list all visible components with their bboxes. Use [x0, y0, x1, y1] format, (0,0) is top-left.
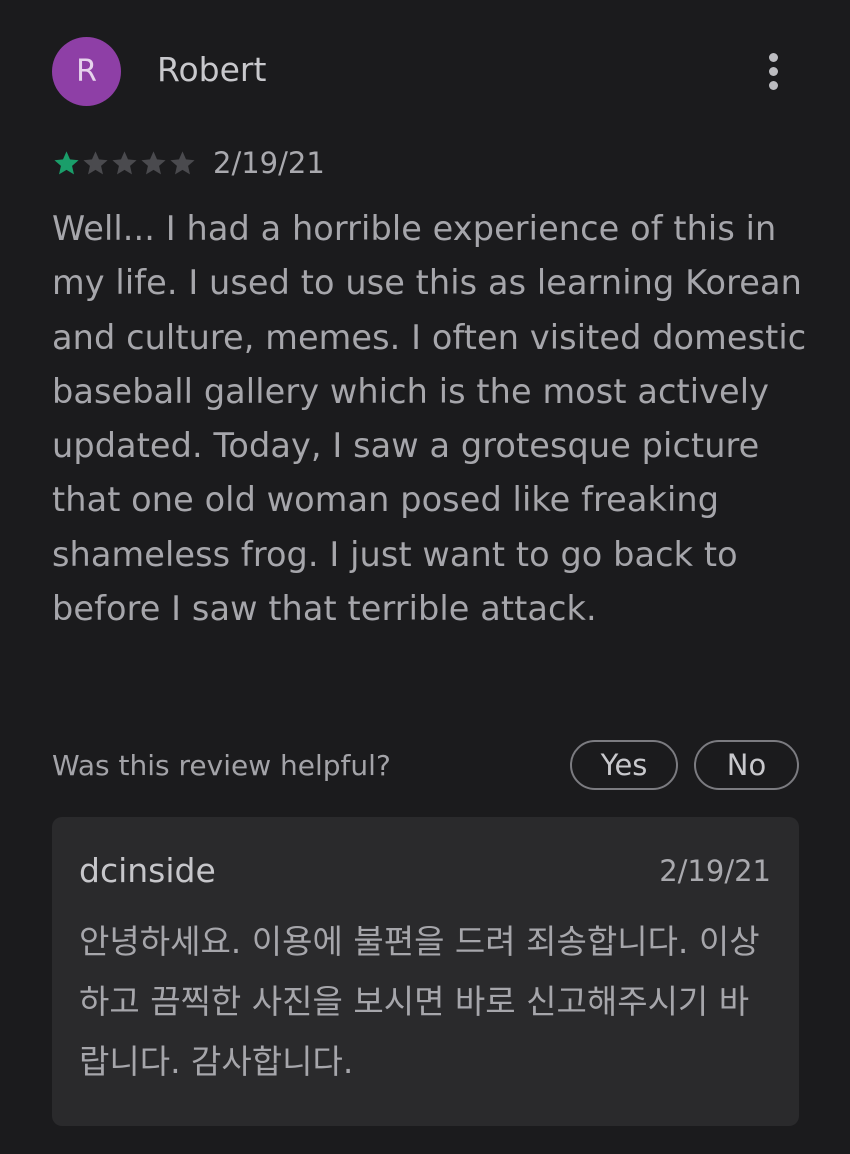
star-empty-icon: [110, 149, 139, 178]
developer-reply: dcinside 2/19/21 안녕하세요. 이용에 불편을 드려 죄송합니다…: [52, 817, 799, 1126]
helpful-no-button[interactable]: No: [694, 740, 799, 790]
rating-row: 2/19/21: [52, 145, 325, 181]
reviewer-name: Robert: [157, 50, 267, 89]
review-text: Well... I had a horrible experience of t…: [52, 209, 807, 629]
review-date: 2/19/21: [213, 146, 325, 180]
star-empty-icon: [139, 149, 168, 178]
avatar: R: [52, 37, 121, 106]
menu-dot: [768, 52, 778, 62]
reply-date: 2/19/21: [659, 854, 771, 888]
menu-dot: [768, 80, 778, 90]
more-vert-icon[interactable]: [752, 46, 794, 96]
star-rating: [52, 149, 197, 178]
star-empty-icon: [168, 149, 197, 178]
helpful-yes-button[interactable]: Yes: [570, 740, 678, 790]
review-card: R Robert 2/19/21 Well... I had a horribl…: [0, 0, 850, 1154]
star-filled-icon: [52, 149, 81, 178]
menu-dot: [768, 66, 778, 76]
helpful-question: Was this review helpful?: [52, 749, 391, 782]
reply-text: 안녕하세요. 이용에 불편을 드려 죄송합니다. 이상하고 끔찍한 사진을 보시…: [79, 922, 760, 1081]
star-empty-icon: [81, 149, 110, 178]
developer-name: dcinside: [79, 851, 216, 890]
